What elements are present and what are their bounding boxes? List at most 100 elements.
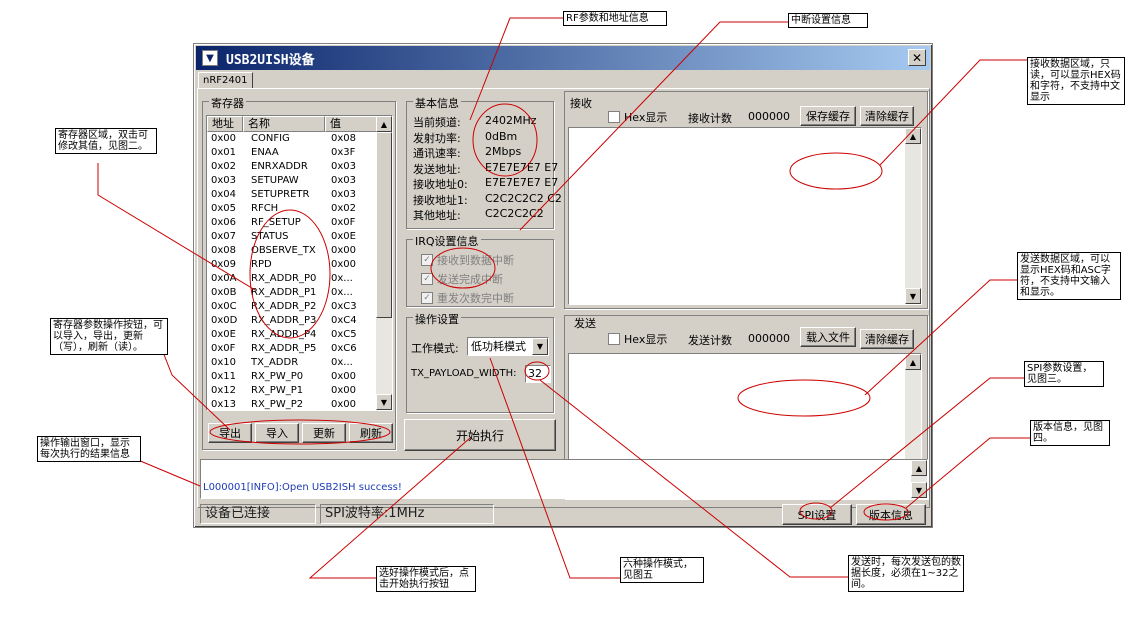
register-row[interactable]: 0x07 STATUS 0x0E	[207, 230, 392, 244]
log-line: L000001[INFO]:Open USB2ISH success!	[203, 482, 402, 493]
info-row: 发射功率: 0dBm	[413, 130, 517, 146]
register-row[interactable]: 0x0B RX_ADDR_P1 0x...	[207, 286, 392, 300]
start-button[interactable]: 开始执行	[404, 419, 556, 451]
register-name: RX_ADDR_P2	[251, 301, 317, 312]
receive-clear-button[interactable]: 清除缓存	[860, 106, 914, 126]
register-row[interactable]: 0x13 RX_PW_P2 0x00	[207, 398, 392, 410]
info-row: 其他地址: C2C2C2C2	[413, 207, 544, 223]
info-row: 发送地址: E7E7E7E7 E7	[413, 161, 558, 177]
register-row[interactable]: 0x02 ENRXADDR 0x03	[207, 160, 392, 174]
irq-rx-option[interactable]: ✓ 接收到数据中断	[421, 252, 514, 268]
checkbox-icon[interactable]: ✓	[421, 254, 433, 266]
info-label: 通讯速率:	[413, 147, 461, 160]
scroll-up-icon[interactable]: ▲	[376, 116, 392, 132]
register-name: SETUPRETR	[251, 189, 310, 200]
output-log[interactable]: L000001[INFO]:Open USB2ISH success! ▲ ▼	[200, 459, 928, 499]
register-row[interactable]: 0x03 SETUPAW 0x03	[207, 174, 392, 188]
header-address[interactable]: 地址	[207, 116, 243, 132]
register-address: 0x08	[211, 245, 237, 256]
connection-status: 设备已连接	[200, 504, 316, 524]
receive-count-label: 接收计数	[688, 112, 732, 125]
header-value[interactable]: 值	[325, 116, 378, 132]
register-row[interactable]: 0x06 RF_SETUP 0x0F	[207, 216, 392, 230]
mode-label: 工作模式:	[411, 342, 459, 355]
register-name: STATUS	[251, 231, 289, 242]
scroll-down-icon[interactable]: ▼	[911, 482, 927, 498]
register-row[interactable]: 0x0D RX_ADDR_P3 0xC4	[207, 314, 392, 328]
register-value: 0xC6	[331, 343, 357, 354]
register-row[interactable]: 0x05 RFCH 0x02	[207, 202, 392, 216]
scroll-thumb[interactable]	[376, 132, 392, 318]
mode-select[interactable]: 低功耗模式 ▼	[467, 337, 549, 356]
register-address: 0x0F	[211, 343, 236, 354]
register-scrollbar[interactable]: ▲ ▼	[376, 116, 392, 410]
import-button[interactable]: 导入	[255, 423, 299, 443]
note-irq: 中断设置信息	[788, 13, 868, 28]
receive-hex-option[interactable]: Hex显示	[608, 109, 667, 125]
receive-scrollbar[interactable]: ▲ ▼	[905, 128, 921, 304]
send-hex-label: Hex显示	[624, 333, 668, 346]
load-file-button[interactable]: 载入文件	[800, 327, 856, 347]
register-address: 0x00	[211, 133, 237, 144]
irq-retry-option[interactable]: ✓ 重发次数完中断	[421, 290, 514, 306]
register-name: RX_PW_P1	[251, 385, 304, 396]
checkbox-icon[interactable]	[608, 111, 620, 123]
register-name: RX_ADDR_P1	[251, 287, 317, 298]
window-title: USB2UISH设备	[226, 52, 315, 68]
payload-width-input[interactable]: 32	[525, 365, 551, 383]
register-address: 0x12	[211, 385, 237, 396]
register-value: 0x...	[331, 273, 353, 284]
register-row[interactable]: 0x04 SETUPRETR 0x03	[207, 188, 392, 202]
register-name: RX_ADDR_P0	[251, 273, 317, 284]
scroll-down-icon[interactable]: ▼	[905, 288, 921, 304]
log-scrollbar[interactable]: ▲ ▼	[911, 460, 927, 498]
register-name: ENRXADDR	[251, 161, 308, 172]
scroll-down-icon[interactable]: ▼	[376, 394, 392, 410]
scroll-up-icon[interactable]: ▲	[905, 354, 921, 370]
register-row[interactable]: 0x0A RX_ADDR_P0 0x...	[207, 272, 392, 286]
save-cache-button[interactable]: 保存缓存	[800, 106, 856, 126]
register-address: 0x03	[211, 175, 237, 186]
register-table[interactable]: 地址 名称 值 0x00 CONFIG 0x08 0x01 ENAA 0x3F 0x02 EN…	[206, 115, 393, 411]
register-row[interactable]: 0x0E RX_ADDR_P4 0xC5	[207, 328, 392, 342]
checkbox-icon[interactable]: ✓	[421, 292, 433, 304]
irq-retry-label: 重发次数完中断	[437, 292, 514, 305]
scroll-up-icon[interactable]: ▲	[911, 460, 927, 476]
register-row[interactable]: 0x00 CONFIG 0x08	[207, 132, 392, 146]
register-address: 0x09	[211, 259, 237, 270]
register-name: RX_ADDR_P5	[251, 343, 317, 354]
export-button[interactable]: 导出	[208, 423, 252, 443]
register-row[interactable]: 0x0C RX_ADDR_P2 0xC3	[207, 300, 392, 314]
receive-area[interactable]: ▲ ▼	[568, 127, 922, 305]
tab-nrf2401[interactable]: nRF2401	[198, 72, 253, 89]
register-row[interactable]: 0x12 RX_PW_P1 0x00	[207, 384, 392, 398]
scroll-up-icon[interactable]: ▲	[905, 128, 921, 144]
info-label: 当前频道:	[413, 116, 461, 129]
title-bar[interactable]: ▼ USB2UISH设备 ✕	[196, 46, 930, 70]
info-label: 接收地址1:	[413, 193, 468, 207]
chevron-down-icon[interactable]: ▼	[532, 338, 548, 355]
send-hex-option[interactable]: Hex显示	[608, 331, 667, 347]
irq-tx-label: 发送完成中断	[437, 273, 503, 286]
register-row[interactable]: 0x10 TX_ADDR 0x...	[207, 356, 392, 370]
close-button[interactable]: ✕	[908, 49, 926, 66]
register-value: 0x03	[331, 175, 357, 186]
update-button[interactable]: 更新	[302, 423, 346, 443]
register-row[interactable]: 0x08 OBSERVE_TX 0x00	[207, 244, 392, 258]
register-row[interactable]: 0x09 RPD 0x00	[207, 258, 392, 272]
register-address: 0x13	[211, 399, 237, 410]
refresh-button[interactable]: 刷新	[349, 423, 393, 443]
register-row[interactable]: 0x01 ENAA 0x3F	[207, 146, 392, 160]
register-row[interactable]: 0x0F RX_ADDR_P5 0xC6	[207, 342, 392, 356]
register-row[interactable]: 0x11 RX_PW_P0 0x00	[207, 370, 392, 384]
checkbox-icon[interactable]: ✓	[421, 273, 433, 285]
version-info-button[interactable]: 版本信息	[856, 504, 926, 525]
header-name[interactable]: 名称	[243, 116, 325, 132]
send-clear-button[interactable]: 清除缓存	[860, 329, 914, 349]
register-value: 0xC3	[331, 301, 357, 312]
info-label: 其他地址:	[413, 209, 461, 222]
checkbox-icon[interactable]	[608, 333, 620, 345]
irq-tx-option[interactable]: ✓ 发送完成中断	[421, 271, 503, 287]
register-value: 0x...	[331, 287, 353, 298]
spi-settings-button[interactable]: SPI设置	[782, 504, 852, 525]
